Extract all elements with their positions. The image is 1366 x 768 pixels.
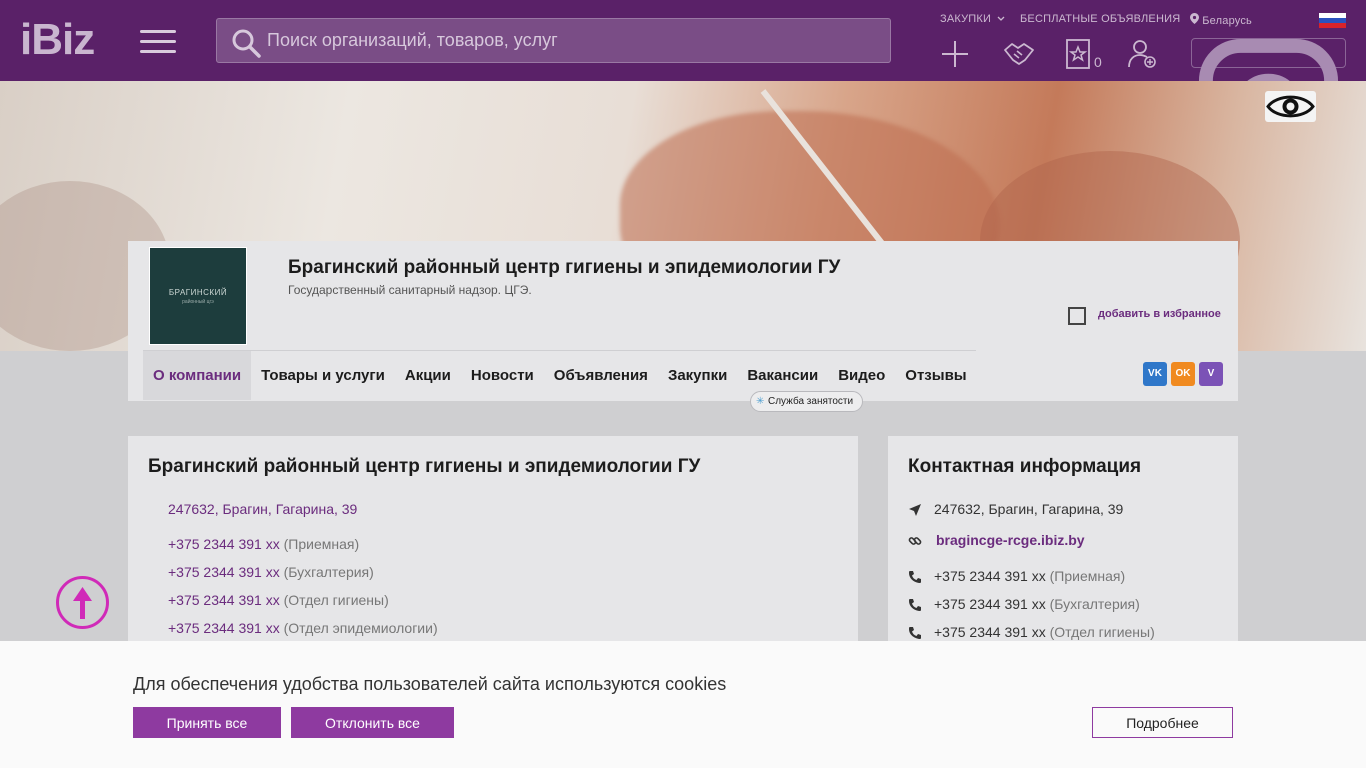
contact-phone-number[interactable]: +375 2344 391 xx	[934, 568, 1046, 584]
company-logo-title: БРАГИНСКИЙ	[168, 288, 228, 297]
tab-products[interactable]: Товары и услуги	[251, 351, 395, 400]
contacts-title: Контактная информация	[908, 456, 1142, 477]
phone-department: (Приемная)	[283, 536, 360, 552]
region-label: Беларусь	[1202, 15, 1252, 27]
contact-phone-department: (Бухгалтерия)	[1049, 596, 1140, 612]
employment-service-label: Служба занятости	[768, 396, 854, 407]
company-card: БРАГИНСКИЙ районный цгэ Брагинский район…	[128, 241, 1238, 412]
tab-about[interactable]: О компании	[143, 351, 252, 400]
free-ads-link[interactable]: БЕСПЛАТНЫЕ ОБЪЯВЛЕНИЯ	[1020, 13, 1180, 25]
company-name: Брагинский районный центр гигиены и эпид…	[288, 257, 841, 278]
contact-site-link[interactable]: bragincge-rcge.ibiz.by	[936, 532, 1085, 548]
contact-address: 247632, Брагин, Гагарина, 39	[934, 501, 1124, 517]
tab-ads[interactable]: Объявления	[544, 351, 658, 400]
tab-news[interactable]: Новости	[461, 351, 544, 400]
about-title: Брагинский районный центр гигиены и эпид…	[148, 456, 701, 477]
sparkle-icon: ✳	[756, 396, 765, 407]
employment-service-badge[interactable]: ✳ Служба занятости	[750, 391, 864, 412]
contact-phone-department: (Приемная)	[1049, 568, 1126, 584]
favorites-count: 0	[1094, 54, 1102, 70]
company-description: Государственный санитарный надзор. ЦГЭ.	[288, 283, 532, 297]
reject-all-cookies-button[interactable]: Отклонить все	[291, 707, 454, 738]
phone-row: +375 2344 391 xx (Отдел эпидемиологии)	[168, 620, 438, 636]
contact-address-row: 247632, Брагин, Гагарина, 39	[908, 501, 1228, 521]
phone-row: +375 2344 391 xx (Бухгалтерия)	[168, 564, 374, 580]
company-logo[interactable]: БРАГИНСКИЙ районный цгэ	[149, 247, 247, 345]
phone-department: (Бухгалтерия)	[283, 564, 374, 580]
cookie-details-button[interactable]: Подробнее	[1092, 707, 1233, 738]
cookie-message: Для обеспечения удобства пользователей с…	[133, 674, 727, 694]
add-favorite-label[interactable]: добавить в избранное	[1098, 308, 1221, 320]
contact-phone: +375 2344 391 xx (Отдел гигиены)	[934, 624, 1155, 640]
accessibility-eye-icon[interactable]	[1265, 91, 1316, 122]
phone-link[interactable]: +375 2344 391 xx	[168, 620, 280, 636]
phone-row: +375 2344 391 xx (Отдел гигиены)	[168, 592, 389, 608]
phone-row: +375 2344 391 xx (Приемная)	[168, 536, 359, 552]
phone-link[interactable]: +375 2344 391 xx	[168, 592, 280, 608]
tab-reviews[interactable]: Отзывы	[895, 351, 976, 400]
site-header: iBiz ЗАКУПКИ БЕСПЛАТНЫЕ ОБЪЯВЛЕНИЯ Белар…	[0, 0, 1366, 205]
language-flag-icon[interactable]	[1319, 13, 1346, 28]
contact-phone-department: (Отдел гигиены)	[1049, 624, 1155, 640]
purchases-link[interactable]: ЗАКУПКИ	[940, 13, 1005, 25]
phone-icon	[909, 571, 921, 583]
menu-burger-icon[interactable]	[140, 30, 176, 54]
vk-share-icon[interactable]: VK	[1143, 362, 1167, 386]
ok-share-icon[interactable]: OK	[1171, 362, 1195, 386]
about-section: Брагинский районный центр гигиены и эпид…	[128, 436, 858, 641]
phone-department: (Отдел гигиены)	[283, 592, 389, 608]
region-link[interactable]: Беларусь	[1190, 13, 1252, 27]
purchases-link-label: ЗАКУПКИ	[940, 13, 992, 25]
contact-phone-number[interactable]: +375 2344 391 xx	[934, 596, 1046, 612]
contact-site-row: bragincge-rcge.ibiz.by	[908, 532, 1228, 552]
chevron-down-icon	[997, 16, 1005, 21]
search-input[interactable]	[267, 19, 877, 62]
search-box	[216, 18, 891, 63]
location-pin-icon	[1190, 13, 1199, 24]
add-favorite-checkbox[interactable]	[1068, 307, 1086, 325]
add-user-icon[interactable]	[1126, 38, 1158, 70]
phone-link[interactable]: +375 2344 391 xx	[168, 564, 280, 580]
scroll-to-top-button[interactable]	[56, 576, 109, 629]
phone-department: (Отдел эпидемиологии)	[283, 620, 438, 636]
accept-all-cookies-button[interactable]: Принять все	[133, 707, 281, 738]
tab-promotions[interactable]: Акции	[395, 351, 461, 400]
contact-phone: +375 2344 391 xx (Приемная)	[934, 568, 1125, 584]
add-icon[interactable]	[939, 38, 971, 70]
phone-icon	[909, 599, 921, 611]
phone-icon	[909, 627, 921, 639]
viber-share-icon[interactable]: V	[1199, 362, 1223, 386]
contact-phone-row: +375 2344 391 xx (Приемная)	[908, 568, 1228, 588]
site-logo[interactable]: iBiz	[20, 18, 95, 62]
about-address-link[interactable]: 247632, Брагин, Гагарина, 39	[168, 501, 357, 517]
phone-link[interactable]: +375 2344 391 xx	[168, 536, 280, 552]
handshake-icon[interactable]	[1003, 38, 1035, 70]
contacts-section: Контактная информация 247632, Брагин, Га…	[888, 436, 1238, 641]
cookie-banner: Для обеспечения удобства пользователей с…	[0, 641, 1366, 768]
arrow-up-icon	[73, 587, 92, 619]
contact-phone-number[interactable]: +375 2344 391 xx	[934, 624, 1046, 640]
link-icon	[908, 537, 922, 545]
company-logo-subtitle: районный цгэ	[182, 299, 214, 305]
search-icon[interactable]	[231, 28, 261, 58]
tab-purchases[interactable]: Закупки	[658, 351, 737, 400]
contact-phone: +375 2344 391 xx (Бухгалтерия)	[934, 596, 1140, 612]
favorites-star-icon[interactable]	[1062, 38, 1094, 70]
contact-phone-row: +375 2344 391 xx (Бухгалтерия)	[908, 596, 1228, 616]
social-links: VK	[1191, 38, 1346, 205]
navigation-arrow-icon	[909, 504, 921, 516]
